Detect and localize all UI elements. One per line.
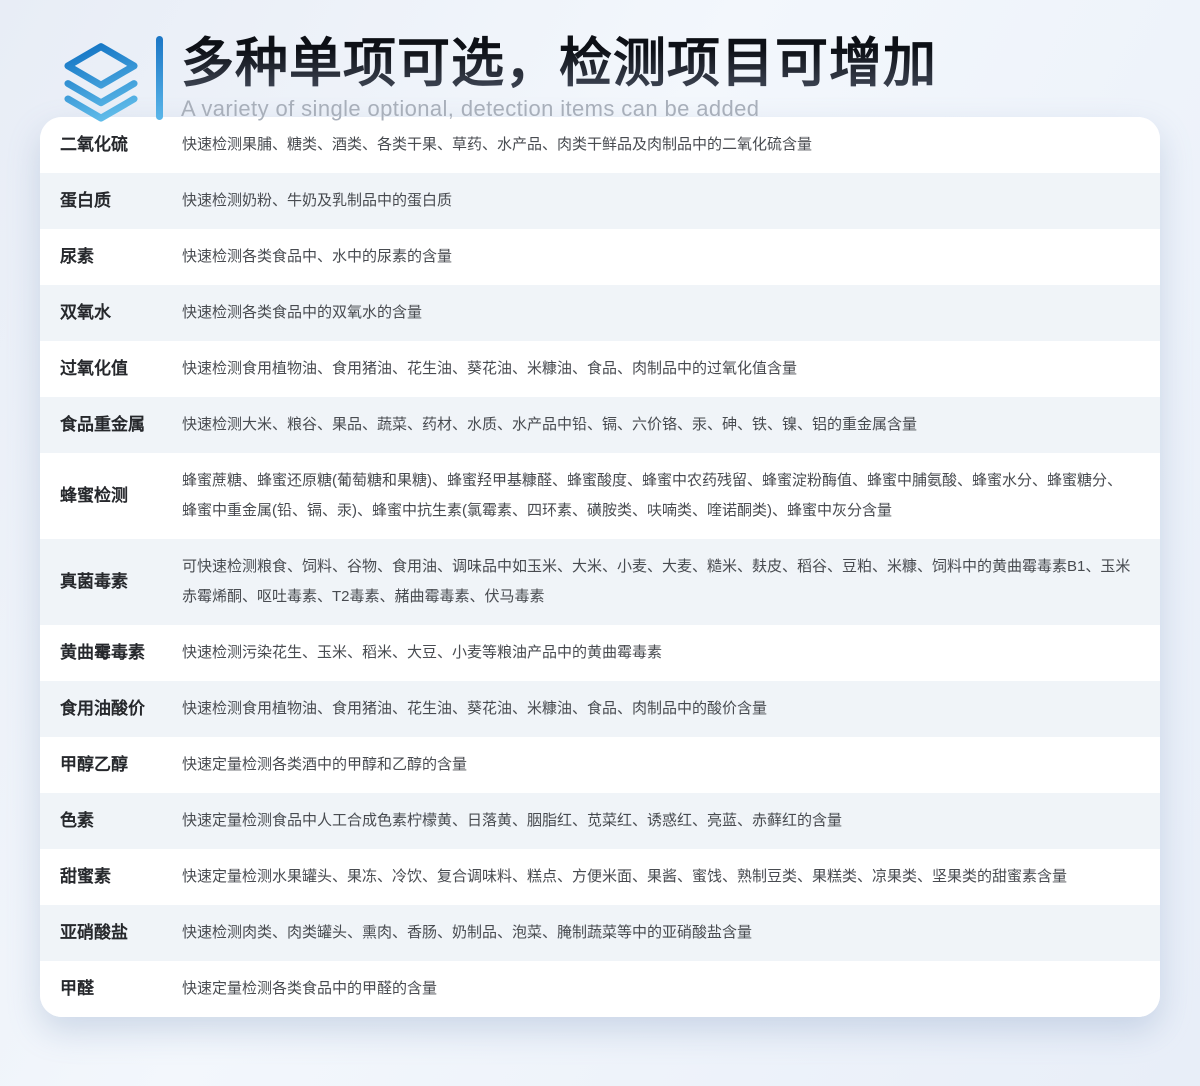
item-name: 双氧水 bbox=[60, 301, 182, 325]
item-description: 可快速检测粮食、饲料、谷物、食用油、调味品中如玉米、大米、小麦、大麦、糙米、麸皮… bbox=[182, 552, 1134, 612]
table-row: 食品重金属 快速检测大米、粮谷、果品、蔬菜、药材、水质、水产品中铅、镉、六价铬、… bbox=[40, 397, 1160, 453]
item-name: 蛋白质 bbox=[60, 189, 182, 213]
item-description: 快速检测肉类、肉类罐头、熏肉、香肠、奶制品、泡菜、腌制蔬菜等中的亚硝酸盐含量 bbox=[182, 918, 1134, 948]
table-row: 甲醇乙醇 快速定量检测各类酒中的甲醇和乙醇的含量 bbox=[40, 737, 1160, 793]
item-description: 快速检测奶粉、牛奶及乳制品中的蛋白质 bbox=[182, 186, 1134, 216]
page-subtitle: A variety of single optional, detection … bbox=[181, 96, 1160, 122]
table-row: 真菌毒素 可快速检测粮食、饲料、谷物、食用油、调味品中如玉米、大米、小麦、大麦、… bbox=[40, 539, 1160, 625]
table-row: 亚硝酸盐 快速检测肉类、肉类罐头、熏肉、香肠、奶制品、泡菜、腌制蔬菜等中的亚硝酸… bbox=[40, 905, 1160, 961]
table-row: 蜂蜜检测 蜂蜜蔗糖、蜂蜜还原糖(葡萄糖和果糖)、蜂蜜羟甲基糠醛、蜂蜜酸度、蜂蜜中… bbox=[40, 453, 1160, 539]
detection-items-table: 二氧化硫 快速检测果脯、糖类、酒类、各类干果、草药、水产品、肉类干鲜品及肉制品中… bbox=[40, 117, 1160, 1017]
item-description: 快速检测大米、粮谷、果品、蔬菜、药材、水质、水产品中铅、镉、六价铬、汞、砷、铁、… bbox=[182, 410, 1134, 440]
table-row: 甲醛 快速定量检测各类食品中的甲醛的含量 bbox=[40, 961, 1160, 1017]
table-row: 甜蜜素 快速定量检测水果罐头、果冻、冷饮、复合调味料、糕点、方便米面、果酱、蜜饯… bbox=[40, 849, 1160, 905]
item-description: 快速检测食用植物油、食用猪油、花生油、葵花油、米糠油、食品、肉制品中的酸价含量 bbox=[182, 694, 1134, 724]
item-name: 甲醛 bbox=[60, 977, 182, 1001]
table-row: 过氧化值 快速检测食用植物油、食用猪油、花生油、葵花油、米糠油、食品、肉制品中的… bbox=[40, 341, 1160, 397]
page-title: 多种单项可选，检测项目可增加 bbox=[181, 34, 1160, 93]
table-row: 蛋白质 快速检测奶粉、牛奶及乳制品中的蛋白质 bbox=[40, 173, 1160, 229]
item-description: 蜂蜜蔗糖、蜂蜜还原糖(葡萄糖和果糖)、蜂蜜羟甲基糠醛、蜂蜜酸度、蜂蜜中农药残留、… bbox=[182, 466, 1134, 526]
item-description: 快速定量检测水果罐头、果冻、冷饮、复合调味料、糕点、方便米面、果酱、蜜饯、熟制豆… bbox=[182, 862, 1134, 892]
item-name: 亚硝酸盐 bbox=[60, 921, 182, 945]
item-name: 真菌毒素 bbox=[60, 570, 182, 594]
header-titles: 多种单项可选，检测项目可增加 A variety of single optio… bbox=[181, 34, 1160, 122]
table-row: 色素 快速定量检测食品中人工合成色素柠檬黄、日落黄、胭脂红、苋菜红、诱惑红、亮蓝… bbox=[40, 793, 1160, 849]
item-description: 快速检测各类食品中的双氧水的含量 bbox=[182, 298, 1134, 328]
table-row: 黄曲霉毒素 快速检测污染花生、玉米、稻米、大豆、小麦等粮油产品中的黄曲霉毒素 bbox=[40, 625, 1160, 681]
item-name: 过氧化值 bbox=[60, 357, 182, 381]
item-name: 色素 bbox=[60, 809, 182, 833]
item-name: 黄曲霉毒素 bbox=[60, 641, 182, 665]
header-divider-bar bbox=[156, 36, 163, 120]
table-row: 尿素 快速检测各类食品中、水中的尿素的含量 bbox=[40, 229, 1160, 285]
table-row: 食用油酸价 快速检测食用植物油、食用猪油、花生油、葵花油、米糠油、食品、肉制品中… bbox=[40, 681, 1160, 737]
item-name: 蜂蜜检测 bbox=[60, 484, 182, 508]
item-description: 快速定量检测各类酒中的甲醇和乙醇的含量 bbox=[182, 750, 1134, 780]
table-row: 二氧化硫 快速检测果脯、糖类、酒类、各类干果、草药、水产品、肉类干鲜品及肉制品中… bbox=[40, 117, 1160, 173]
item-description: 快速定量检测各类食品中的甲醛的含量 bbox=[182, 974, 1134, 1004]
table-row: 双氧水 快速检测各类食品中的双氧水的含量 bbox=[40, 285, 1160, 341]
item-name: 甜蜜素 bbox=[60, 865, 182, 889]
detection-items-card: 二氧化硫 快速检测果脯、糖类、酒类、各类干果、草药、水产品、肉类干鲜品及肉制品中… bbox=[40, 117, 1160, 1017]
item-description: 快速定量检测食品中人工合成色素柠檬黄、日落黄、胭脂红、苋菜红、诱惑红、亮蓝、赤藓… bbox=[182, 806, 1134, 836]
item-name: 尿素 bbox=[60, 245, 182, 269]
item-name: 甲醇乙醇 bbox=[60, 753, 182, 777]
item-description: 快速检测食用植物油、食用猪油、花生油、葵花油、米糠油、食品、肉制品中的过氧化值含… bbox=[182, 354, 1134, 384]
item-description: 快速检测污染花生、玉米、稻米、大豆、小麦等粮油产品中的黄曲霉毒素 bbox=[182, 638, 1134, 668]
page-header: 多种单项可选，检测项目可增加 A variety of single optio… bbox=[0, 0, 1200, 108]
item-name: 二氧化硫 bbox=[60, 133, 182, 157]
item-description: 快速检测果脯、糖类、酒类、各类干果、草药、水产品、肉类干鲜品及肉制品中的二氧化硫… bbox=[182, 130, 1134, 160]
item-name: 食用油酸价 bbox=[60, 697, 182, 721]
layers-stack-icon bbox=[62, 42, 140, 122]
item-description: 快速检测各类食品中、水中的尿素的含量 bbox=[182, 242, 1134, 272]
item-name: 食品重金属 bbox=[60, 413, 182, 437]
page: 多种单项可选，检测项目可增加 A variety of single optio… bbox=[0, 0, 1200, 1017]
